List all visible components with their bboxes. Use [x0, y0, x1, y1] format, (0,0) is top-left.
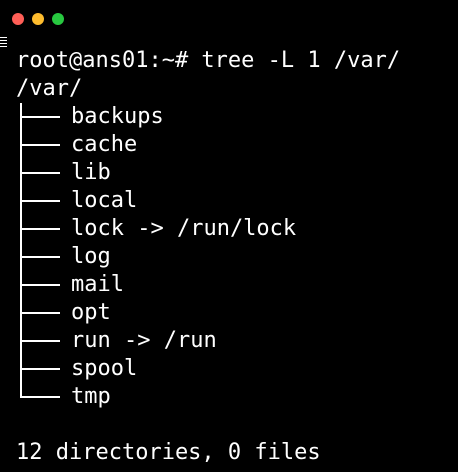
tree-entry-name: backups [71, 104, 164, 129]
tree-entry: cache [0, 131, 458, 159]
tree-entry-name: run -> /run [71, 328, 217, 353]
minimize-window-button[interactable] [32, 13, 44, 25]
tree-branch-line [20, 172, 60, 174]
tree-entry-name: lib [71, 160, 111, 185]
tree-entry: lib [0, 159, 458, 187]
tree-branch-line [20, 368, 60, 370]
tree-entry-name: local [71, 188, 138, 213]
tree-branch-line [20, 256, 60, 258]
terminal-window: root@ans01:~# tree -L 1 /var/ /var/ back… [0, 0, 458, 472]
tree-branch-line [20, 228, 60, 230]
command-line: root@ans01:~# tree -L 1 /var/ [16, 48, 401, 73]
tree-branch-line [20, 200, 60, 202]
title-bar [0, 0, 458, 36]
tree-entry-name: opt [71, 300, 111, 325]
tree-branch-line [20, 312, 60, 314]
close-window-button[interactable] [12, 13, 24, 25]
tree-root-dir: /var/ [16, 76, 83, 101]
tree-entry-name: mail [71, 272, 124, 297]
tree-entry: tmp [0, 383, 458, 411]
tree-branch-line [20, 284, 60, 286]
tree-entry-name: spool [71, 356, 138, 381]
tree-entry-name: lock -> /run/lock [71, 216, 297, 241]
scroll-marker-icon [0, 37, 7, 47]
terminal-output[interactable]: root@ans01:~# tree -L 1 /var/ /var/ back… [0, 47, 458, 472]
tree-entry: backups [0, 103, 458, 131]
tree-entry: log [0, 243, 458, 271]
tree-branch-line [20, 144, 60, 146]
tree-branch-line [20, 340, 60, 342]
tree-entry-name: log [71, 244, 111, 269]
tree-branch-line [20, 396, 60, 398]
maximize-window-button[interactable] [52, 13, 64, 25]
tree-entry: lock -> /run/lock [0, 215, 458, 243]
tree-entry: mail [0, 271, 458, 299]
tree-entry: run -> /run [0, 327, 458, 355]
tree-entry: opt [0, 299, 458, 327]
tree-entry-name: cache [71, 132, 138, 157]
tree-entry: local [0, 187, 458, 215]
tree-trunk-line [20, 383, 22, 397]
tree-entry: spool [0, 355, 458, 383]
tree-summary: 12 directories, 0 files [16, 440, 321, 465]
tree-branch-line [20, 116, 60, 118]
tree-entry-name: tmp [71, 384, 111, 409]
